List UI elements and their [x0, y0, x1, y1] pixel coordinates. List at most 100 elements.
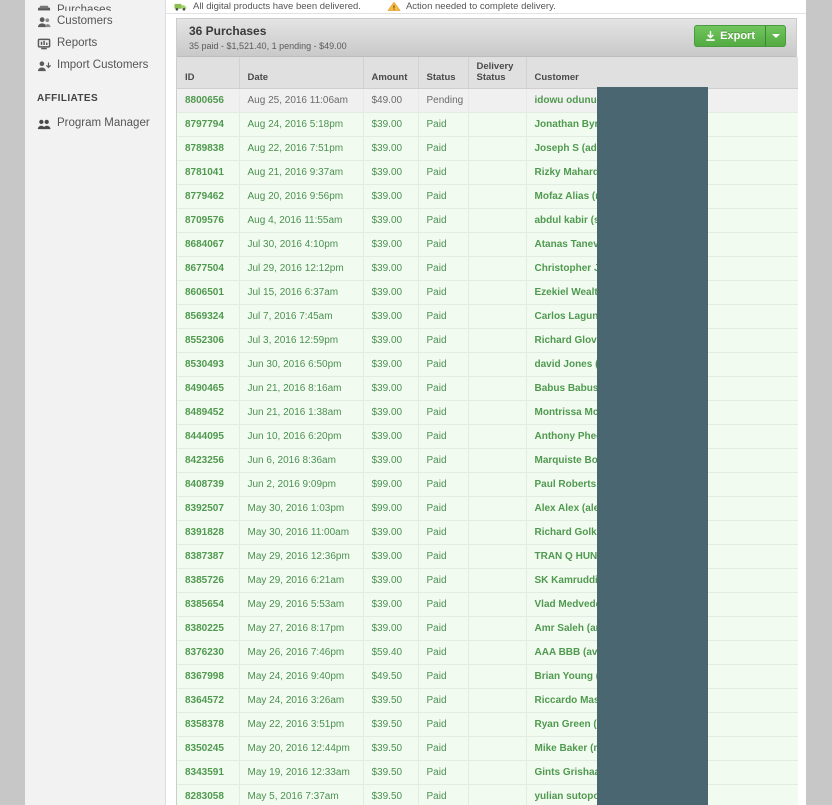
purchase-id-link[interactable]: 8358378: [177, 712, 240, 737]
purchase-amount: $39.00: [363, 592, 419, 617]
purchase-id-link[interactable]: 8392507: [177, 496, 240, 521]
purchase-id-link[interactable]: 8387387: [177, 544, 240, 569]
purchase-status: Paid: [418, 760, 469, 785]
purchase-date: Jun 10, 2016 6:20pm: [239, 424, 364, 449]
export-split-button: Export: [694, 25, 786, 47]
purchase-id-link[interactable]: 8789838: [177, 136, 240, 161]
purchase-status: Paid: [418, 640, 469, 665]
purchase-id-link[interactable]: 8350245: [177, 736, 240, 761]
purchase-amount: $39.00: [363, 568, 419, 593]
legend-action-text: Action needed to complete delivery.: [405, 1, 556, 12]
column-header-amount[interactable]: Amount: [363, 57, 419, 89]
purchase-status: Paid: [418, 520, 469, 545]
purchase-id-link[interactable]: 8489452: [177, 400, 240, 425]
import-customers-icon: [37, 60, 52, 73]
purchase-id-link[interactable]: 8408739: [177, 472, 240, 497]
purchase-amount: $49.00: [363, 88, 419, 113]
purchase-id-link[interactable]: 8552306: [177, 328, 240, 353]
purchase-status: Paid: [418, 304, 469, 329]
sidebar-item-purchases[interactable]: Purchases: [25, 0, 165, 11]
export-dropdown-toggle[interactable]: [766, 25, 786, 47]
purchase-id-link[interactable]: 8391828: [177, 520, 240, 545]
purchase-date: Aug 25, 2016 11:06am: [239, 88, 364, 113]
purchase-status: Paid: [418, 448, 469, 473]
program-manager-icon: [37, 118, 52, 131]
purchase-id-link[interactable]: 8797794: [177, 112, 240, 137]
warning-triangle-icon: [387, 1, 401, 12]
purchase-date: May 20, 2016 12:44pm: [239, 736, 364, 761]
purchase-id-link[interactable]: 8376230: [177, 640, 240, 665]
purchase-status: Paid: [418, 280, 469, 305]
purchase-status: Paid: [418, 424, 469, 449]
purchase-id-link[interactable]: 8781041: [177, 160, 240, 185]
chevron-down-icon: [771, 34, 780, 38]
sidebar-item-program-manager[interactable]: Program Manager: [25, 113, 165, 135]
purchase-id-link[interactable]: 8283058: [177, 784, 240, 805]
purchase-status: Paid: [418, 496, 469, 521]
purchase-id-link[interactable]: 8380225: [177, 616, 240, 641]
purchase-amount: $39.00: [363, 616, 419, 641]
purchase-id-link[interactable]: 8367998: [177, 664, 240, 689]
purchase-date: May 27, 2016 8:17pm: [239, 616, 364, 641]
purchase-delivery-status: [468, 472, 527, 497]
purchase-amount: $39.00: [363, 376, 419, 401]
sidebar-item-customers[interactable]: Customers: [25, 11, 165, 33]
purchase-id-link[interactable]: 8423256: [177, 448, 240, 473]
purchase-id-link[interactable]: 8684067: [177, 232, 240, 257]
purchase-date: Jul 7, 2016 7:45am: [239, 304, 364, 329]
column-header-status[interactable]: Status: [418, 57, 469, 89]
purchase-id-link[interactable]: 8364572: [177, 688, 240, 713]
purchase-id-link[interactable]: 8385726: [177, 568, 240, 593]
purchase-id-link[interactable]: 8606501: [177, 280, 240, 305]
purchase-id-link[interactable]: 8677504: [177, 256, 240, 281]
purchase-delivery-status: [468, 160, 527, 185]
sidebar-nav-list: Purchases Customers Reports Import Custo…: [25, 0, 165, 77]
purchase-amount: $99.00: [363, 472, 419, 497]
purchase-date: May 5, 2016 7:37am: [239, 784, 364, 805]
legend-entry-delivered: All digital products have been delivered…: [174, 1, 361, 12]
purchases-page: Purchases Customers Reports Import Custo…: [0, 0, 832, 805]
cart-icon: [37, 3, 52, 11]
purchase-id-link[interactable]: 8709576: [177, 208, 240, 233]
purchase-status: Paid: [418, 568, 469, 593]
purchase-delivery-status: [468, 352, 527, 377]
column-header-id[interactable]: ID: [177, 57, 240, 89]
column-header-delivery-status[interactable]: Delivery Status: [468, 57, 527, 89]
purchase-status: Paid: [418, 784, 469, 805]
purchase-delivery-status: [468, 256, 527, 281]
purchase-id-link[interactable]: 8779462: [177, 184, 240, 209]
purchase-amount: $39.00: [363, 112, 419, 137]
purchase-status: Paid: [418, 328, 469, 353]
purchase-date: Aug 4, 2016 11:55am: [239, 208, 364, 233]
purchase-delivery-status: [468, 760, 527, 785]
purchase-date: May 19, 2016 12:33am: [239, 760, 364, 785]
purchase-delivery-status: [468, 736, 527, 761]
purchase-amount: $39.00: [363, 208, 419, 233]
redaction-overlay: [597, 87, 708, 805]
sidebar-item-reports[interactable]: Reports: [25, 33, 165, 55]
purchase-status: Paid: [418, 136, 469, 161]
purchase-id-link[interactable]: 8385654: [177, 592, 240, 617]
purchase-id-link[interactable]: 8343591: [177, 760, 240, 785]
purchase-status: Paid: [418, 616, 469, 641]
purchase-date: Jul 3, 2016 12:59pm: [239, 328, 364, 353]
purchase-id-link[interactable]: 8444095: [177, 424, 240, 449]
purchase-id-link[interactable]: 8569324: [177, 304, 240, 329]
purchase-status: Paid: [418, 688, 469, 713]
purchase-amount: $59.40: [363, 640, 419, 665]
purchase-date: Aug 21, 2016 9:37am: [239, 160, 364, 185]
page-scrollbar-right[interactable]: [806, 0, 832, 805]
purchase-date: May 22, 2016 3:51pm: [239, 712, 364, 737]
export-button[interactable]: Export: [694, 25, 766, 47]
purchase-status: Paid: [418, 592, 469, 617]
purchase-id-link[interactable]: 8530493: [177, 352, 240, 377]
purchase-date: Jul 15, 2016 6:37am: [239, 280, 364, 305]
column-header-date[interactable]: Date: [239, 57, 364, 89]
column-header-customer[interactable]: Customer: [526, 57, 798, 89]
purchase-amount: $39.00: [363, 136, 419, 161]
sidebar-item-label: Customers: [57, 15, 113, 28]
purchase-delivery-status: [468, 616, 527, 641]
sidebar-item-import-customers[interactable]: Import Customers: [25, 55, 165, 77]
purchase-id-link[interactable]: 8800656: [177, 88, 240, 113]
purchase-id-link[interactable]: 8490465: [177, 376, 240, 401]
